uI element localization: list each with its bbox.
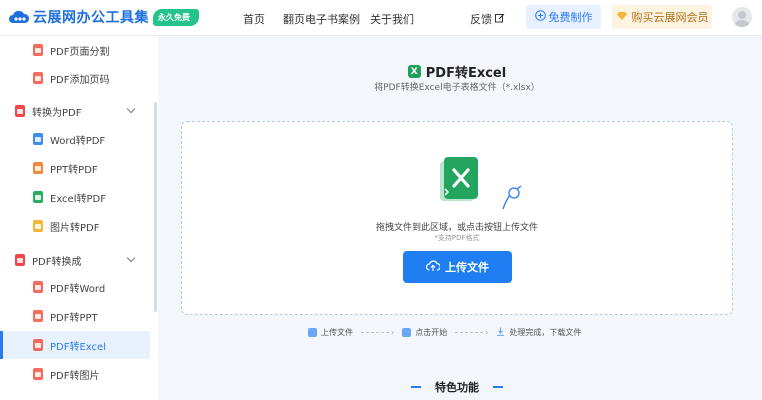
sidebar-item-excel-to-pdf[interactable]: Excel转PDF — [0, 183, 150, 211]
upload-folder-icon — [308, 328, 317, 337]
sidebar-item-label: Word转PDF — [50, 135, 106, 147]
sidebar-item-label: 图片转PDF — [50, 222, 100, 234]
feature-section-heading: 特色功能 — [0, 379, 762, 395]
pdf-file-icon — [33, 310, 43, 322]
upload-file-label: 上传文件 — [445, 261, 489, 274]
drag-hand-icon — [499, 185, 523, 214]
upload-dropzone[interactable] — [181, 121, 733, 315]
sidebar-item-pdf-split[interactable]: PDF页面分割 — [0, 36, 150, 64]
page-subtitle: 将PDF转换Excel电子表格文件（*.xlsx） — [374, 83, 540, 93]
sidebar-item-label: PDF页面分割 — [50, 46, 110, 58]
excel-file-icon — [33, 191, 43, 203]
drop-hint-text: 拖拽文件到此区域，或点击按钮上传文件 — [375, 223, 538, 233]
ppt-file-icon — [33, 162, 43, 174]
buy-vip-label: 购买云展网会员 — [631, 11, 709, 24]
sidebar-group-label: PDF转换成 — [32, 256, 82, 268]
free-make-button[interactable]: 免费制作 — [526, 5, 601, 29]
sidebar-item-label: PPT转PDF — [50, 164, 98, 176]
step-start: 点击开始 — [402, 327, 447, 338]
word-file-icon — [33, 133, 43, 145]
sidebar-item-ppt-to-pdf[interactable]: PPT转PDF — [0, 154, 150, 182]
sidebar-item-word-to-pdf[interactable]: Word转PDF — [0, 125, 150, 153]
sidebar-item-pdf-to-ppt[interactable]: PDF转PPT — [0, 302, 150, 330]
sidebar-scrollbar[interactable] — [154, 102, 157, 312]
step-label: 处理完成，下载文件 — [509, 328, 582, 337]
logo[interactable]: 云展网办公工具集 永久免费 — [8, 7, 199, 27]
cloud-upload-icon — [425, 260, 441, 275]
edit-icon — [495, 13, 505, 26]
diamond-icon — [616, 11, 628, 24]
click-icon — [402, 328, 412, 337]
heading-dash-right — [493, 386, 503, 388]
chevron-down-icon — [126, 253, 136, 263]
step-label: 上传文件 — [321, 328, 353, 337]
user-avatar[interactable] — [732, 7, 752, 27]
free-make-label: 免费制作 — [548, 11, 593, 24]
step-upload: 上传文件 — [308, 327, 353, 338]
step-connector — [361, 332, 389, 333]
step-connector — [455, 332, 484, 333]
pdf-file-icon — [33, 281, 43, 293]
image-file-icon — [33, 220, 43, 232]
pdf-group-icon — [15, 105, 25, 117]
nav-about[interactable]: 关于我们 — [370, 11, 414, 27]
process-steps: 上传文件 › 点击开始 › 处理完成，下载文件 — [308, 327, 581, 338]
feedback-label: 反馈 — [470, 13, 492, 26]
sidebar-group-label: 转换为PDF — [32, 107, 82, 119]
pdf-file-icon — [33, 44, 43, 56]
cloud-logo-icon — [8, 8, 30, 26]
nav-ebook-cases[interactable]: 翻页电子书案例 — [283, 11, 360, 27]
sidebar-item-label: PDF转Excel — [50, 341, 106, 353]
nav-home[interactable]: 首页 — [243, 11, 265, 27]
chevron-down-icon — [126, 104, 136, 114]
page-title-text: PDF转Excel — [425, 66, 507, 81]
pdf-file-icon — [33, 339, 43, 351]
step-label: 点击开始 — [415, 328, 448, 337]
feedback-link[interactable]: 反馈 — [470, 11, 505, 27]
upload-file-button[interactable]: 上传文件 — [403, 251, 512, 283]
sidebar-item-pdf-to-word[interactable]: PDF转Word — [0, 273, 150, 301]
chevron-right-icon: › — [485, 328, 489, 337]
sidebar-group-to-pdf[interactable]: 转换为PDF — [0, 97, 150, 125]
sidebar-group-pdf-to[interactable]: PDF转换成 — [0, 246, 150, 274]
free-forever-badge: 永久免费 — [153, 8, 199, 26]
sidebar-item-label: Excel转PDF — [50, 193, 106, 205]
sidebar-item-pdf-to-excel[interactable]: PDF转Excel — [0, 331, 150, 359]
feature-title: 特色功能 — [435, 381, 479, 394]
excel-icon: X — [407, 65, 421, 78]
chevron-right-icon: › — [391, 328, 395, 337]
logo-text: 云展网办公工具集 — [33, 10, 149, 26]
download-icon — [496, 327, 505, 338]
supported-format-note: *支持PDF格式 — [434, 234, 480, 242]
top-header: 云展网办公工具集 永久免费 首页 翻页电子书案例 关于我们 反馈 免费制作 购买… — [0, 0, 762, 36]
sidebar-item-label: PDF转PPT — [50, 312, 98, 324]
page-title: X PDF转Excel — [0, 62, 762, 81]
sidebar-item-image-to-pdf[interactable]: 图片转PDF — [0, 212, 150, 240]
excel-document-icon — [439, 156, 481, 204]
step-download: 处理完成，下载文件 — [496, 327, 581, 338]
heading-dash-left — [411, 386, 421, 388]
sidebar-item-label: PDF转Word — [50, 283, 106, 295]
buy-vip-button[interactable]: 购买云展网会员 — [612, 5, 712, 29]
plus-circle-icon — [534, 10, 546, 24]
pdf-group-icon — [15, 254, 25, 266]
